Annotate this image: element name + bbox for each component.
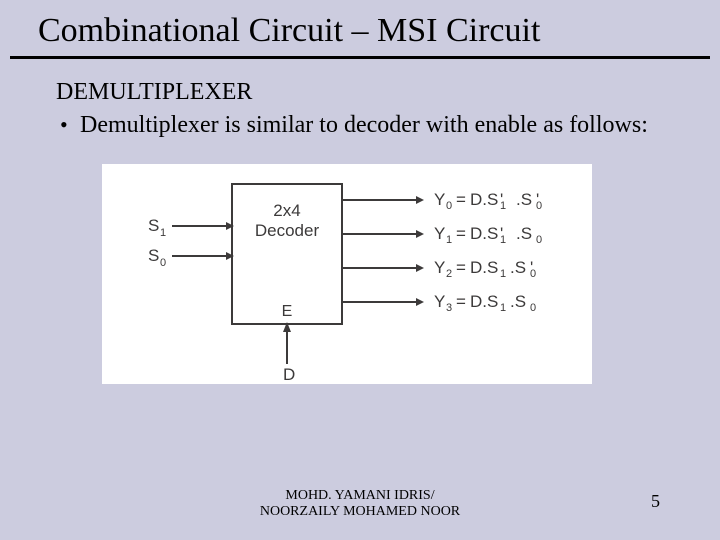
- svg-text:Y: Y: [434, 224, 445, 243]
- slide-title: Combinational Circuit – MSI Circuit: [10, 0, 710, 59]
- svg-text:Y: Y: [434, 292, 445, 311]
- svg-text:D.S: D.S: [470, 224, 498, 243]
- output-0: Y0=D.S1'.S0': [342, 190, 542, 212]
- decoder-diagram: 2x4 Decoder E S 1 S 0: [102, 164, 592, 384]
- svg-text:Y: Y: [434, 190, 445, 209]
- svg-text:Y: Y: [434, 258, 445, 277]
- svg-text:1: 1: [500, 268, 506, 280]
- svg-text:0: 0: [530, 302, 536, 314]
- decoder-svg: 2x4 Decoder E S 1 S 0: [102, 164, 592, 384]
- svg-text:D.S: D.S: [470, 190, 498, 209]
- slide-body: DEMULTIPLEXER • Demultiplexer is similar…: [0, 59, 720, 384]
- slide: Combinational Circuit – MSI Circuit DEMU…: [0, 0, 720, 540]
- svg-text:0: 0: [536, 234, 542, 246]
- enable-label: E: [282, 303, 293, 320]
- select-input-s0: S 0: [148, 246, 234, 269]
- bullet-item: • Demultiplexer is similar to decoder wi…: [56, 110, 700, 141]
- svg-text:2: 2: [446, 268, 452, 280]
- svg-text:.S: .S: [516, 190, 532, 209]
- svg-text:=: =: [456, 190, 466, 209]
- bullet-text: Demultiplexer is similar to decoder with…: [80, 110, 700, 141]
- block-label-2: Decoder: [255, 221, 320, 240]
- subheading: DEMULTIPLEXER: [56, 77, 700, 108]
- svg-text:0: 0: [160, 257, 166, 269]
- select-input-s1: S 1: [148, 216, 234, 239]
- footer-line-2: NOORZAILY MOHAMED NOOR: [0, 504, 720, 520]
- svg-text:3: 3: [446, 302, 452, 314]
- svg-text:': ': [530, 258, 533, 277]
- svg-text:=: =: [456, 258, 466, 277]
- output-2: Y2=D.S1.S0': [342, 258, 536, 280]
- svg-text:.S: .S: [510, 292, 526, 311]
- svg-text:=: =: [456, 224, 466, 243]
- svg-text:1: 1: [446, 234, 452, 246]
- svg-text:': ': [500, 224, 503, 243]
- svg-text:0: 0: [446, 200, 452, 212]
- page-number: 5: [651, 491, 660, 512]
- block-label-1: 2x4: [273, 201, 300, 220]
- svg-text:1: 1: [160, 227, 166, 239]
- svg-text:D.S: D.S: [470, 258, 498, 277]
- output-3: Y3 =D.S1 .S 0: [342, 292, 536, 314]
- svg-text:': ': [500, 190, 503, 209]
- svg-text:=: =: [456, 292, 466, 311]
- svg-text:D.S: D.S: [470, 292, 498, 311]
- data-input: D: [283, 322, 295, 384]
- svg-text:S: S: [148, 216, 159, 235]
- output-1: Y1=D.S1'.S0: [342, 224, 542, 246]
- footer-line-1: MOHD. YAMANI IDRIS/: [0, 488, 720, 504]
- svg-text:D: D: [283, 365, 295, 384]
- svg-text:.S: .S: [516, 224, 532, 243]
- svg-text:.S: .S: [510, 258, 526, 277]
- svg-text:S: S: [148, 246, 159, 265]
- footer-credit: MOHD. YAMANI IDRIS/ NOORZAILY MOHAMED NO…: [0, 488, 720, 520]
- svg-text:': ': [536, 190, 539, 209]
- svg-text:1: 1: [500, 302, 506, 314]
- bullet-marker: •: [60, 110, 80, 140]
